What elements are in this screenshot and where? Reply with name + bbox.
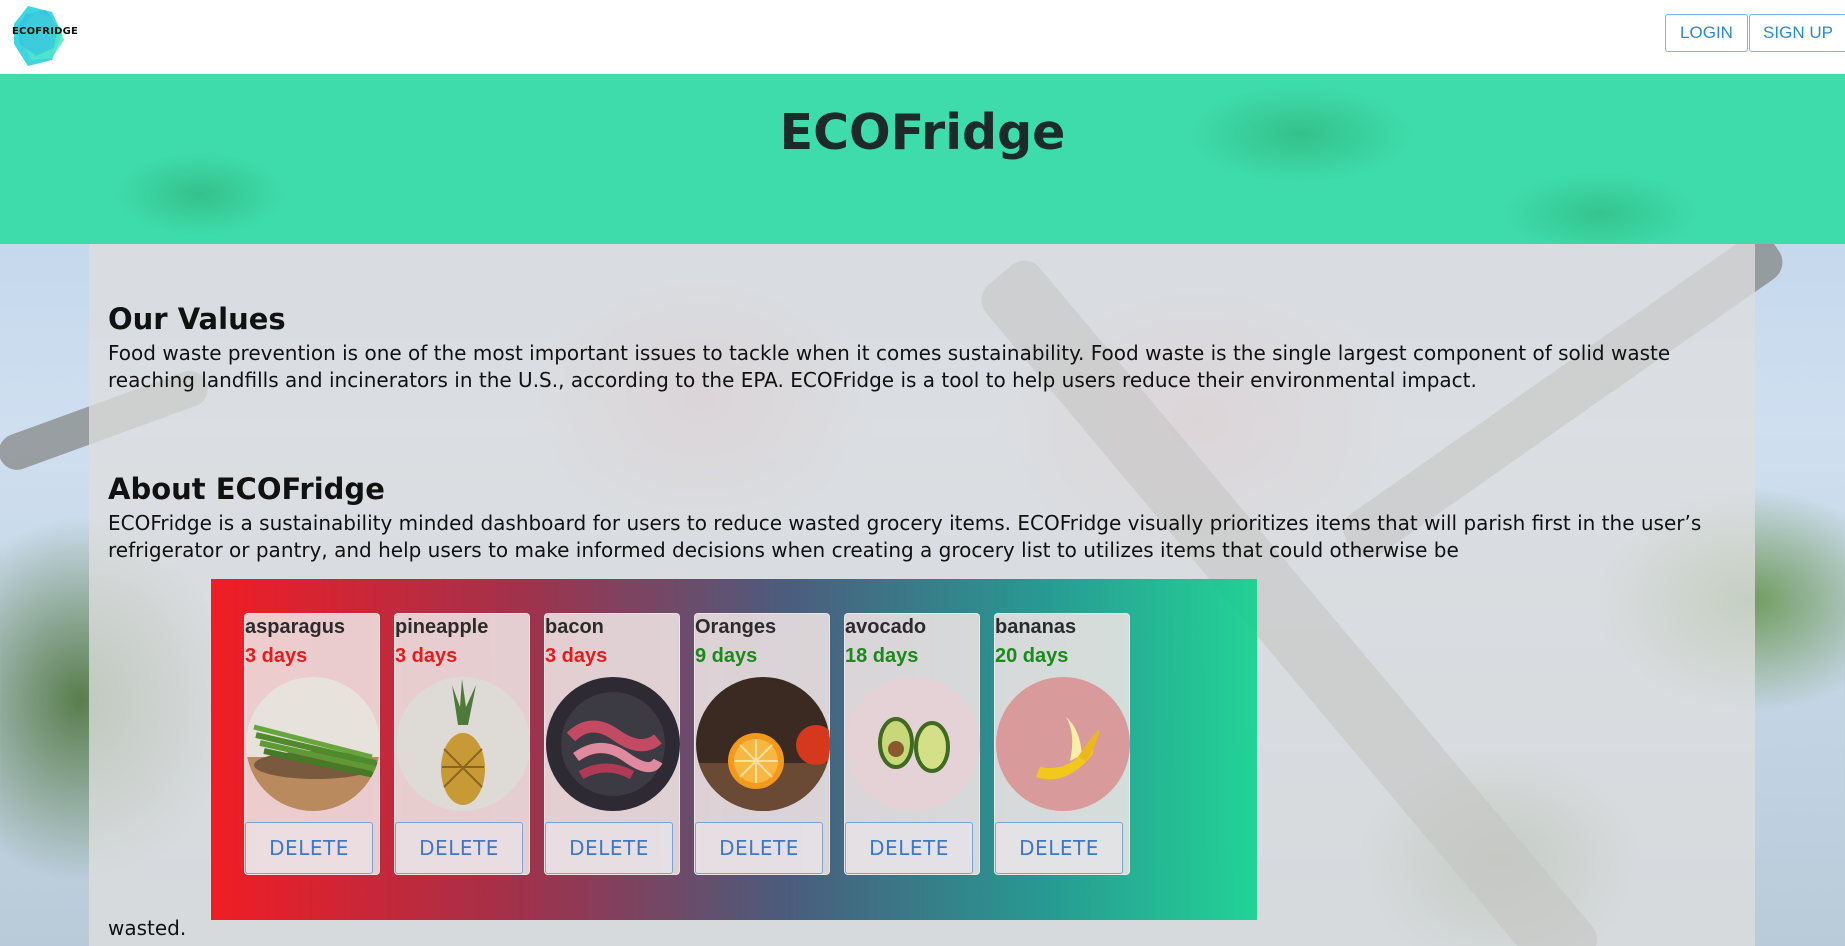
delete-button[interactable]: DELETE: [395, 822, 523, 874]
delete-button[interactable]: DELETE: [995, 822, 1123, 874]
item-name: pineapple: [395, 616, 489, 638]
item-days-remaining: 9 days: [695, 645, 758, 667]
item-days-remaining: 3 days: [245, 645, 308, 667]
item-days-remaining: 3 days: [545, 645, 608, 667]
item-card-bacon: bacon 3 days DELETE: [544, 613, 680, 875]
item-card-pineapple: pineapple 3 days DELETE: [394, 613, 530, 875]
delete-button[interactable]: DELETE: [695, 822, 823, 874]
about-text-tail: wasted.: [108, 916, 187, 940]
values-heading: Our Values: [108, 302, 286, 336]
item-name: avocado: [845, 616, 927, 638]
delete-button[interactable]: DELETE: [545, 822, 673, 874]
bananas-image: [996, 677, 1130, 811]
item-name: asparagus: [245, 616, 346, 638]
delete-button[interactable]: DELETE: [845, 822, 973, 874]
delete-button[interactable]: DELETE: [245, 822, 373, 874]
item-days-remaining: 3 days: [395, 645, 458, 667]
pineapple-image: [396, 677, 530, 811]
bacon-image: [546, 677, 680, 811]
item-name: bananas: [995, 616, 1077, 638]
about-text: ECOFridge is a sustainability minded das…: [108, 511, 1702, 562]
hero-banner: ECOFridge: [0, 74, 1845, 244]
item-card-asparagus: asparagus 3 days DELETE: [244, 613, 380, 875]
hero-title: ECOFridge: [779, 104, 1066, 161]
asparagus-image: [246, 677, 380, 811]
item-name: bacon: [545, 616, 604, 638]
item-days-remaining: 20 days: [995, 645, 1069, 667]
navbar: ECOFRIDGE LOGIN SIGN UP: [0, 0, 1845, 74]
avocado-image: [846, 677, 980, 811]
signup-button[interactable]: SIGN UP: [1749, 14, 1845, 52]
item-card-oranges: Oranges 9 days DELETE: [694, 613, 830, 875]
fridge-items-panel: asparagus 3 days DELETE pineapple 3 days: [211, 579, 1257, 920]
item-card-bananas: bananas 20 days DELETE: [994, 613, 1130, 875]
logo[interactable]: ECOFRIDGE: [6, 4, 78, 68]
item-name: Oranges: [695, 616, 777, 638]
values-text: Food waste prevention is one of the most…: [108, 341, 1671, 392]
item-card-avocado: avocado 18 days DELETE: [844, 613, 980, 875]
logo-text: ECOFRIDGE: [12, 26, 79, 37]
item-days-remaining: 18 days: [845, 645, 919, 667]
about-heading: About ECOFridge: [108, 472, 385, 506]
login-button[interactable]: LOGIN: [1665, 14, 1748, 52]
oranges-image: [696, 677, 830, 811]
